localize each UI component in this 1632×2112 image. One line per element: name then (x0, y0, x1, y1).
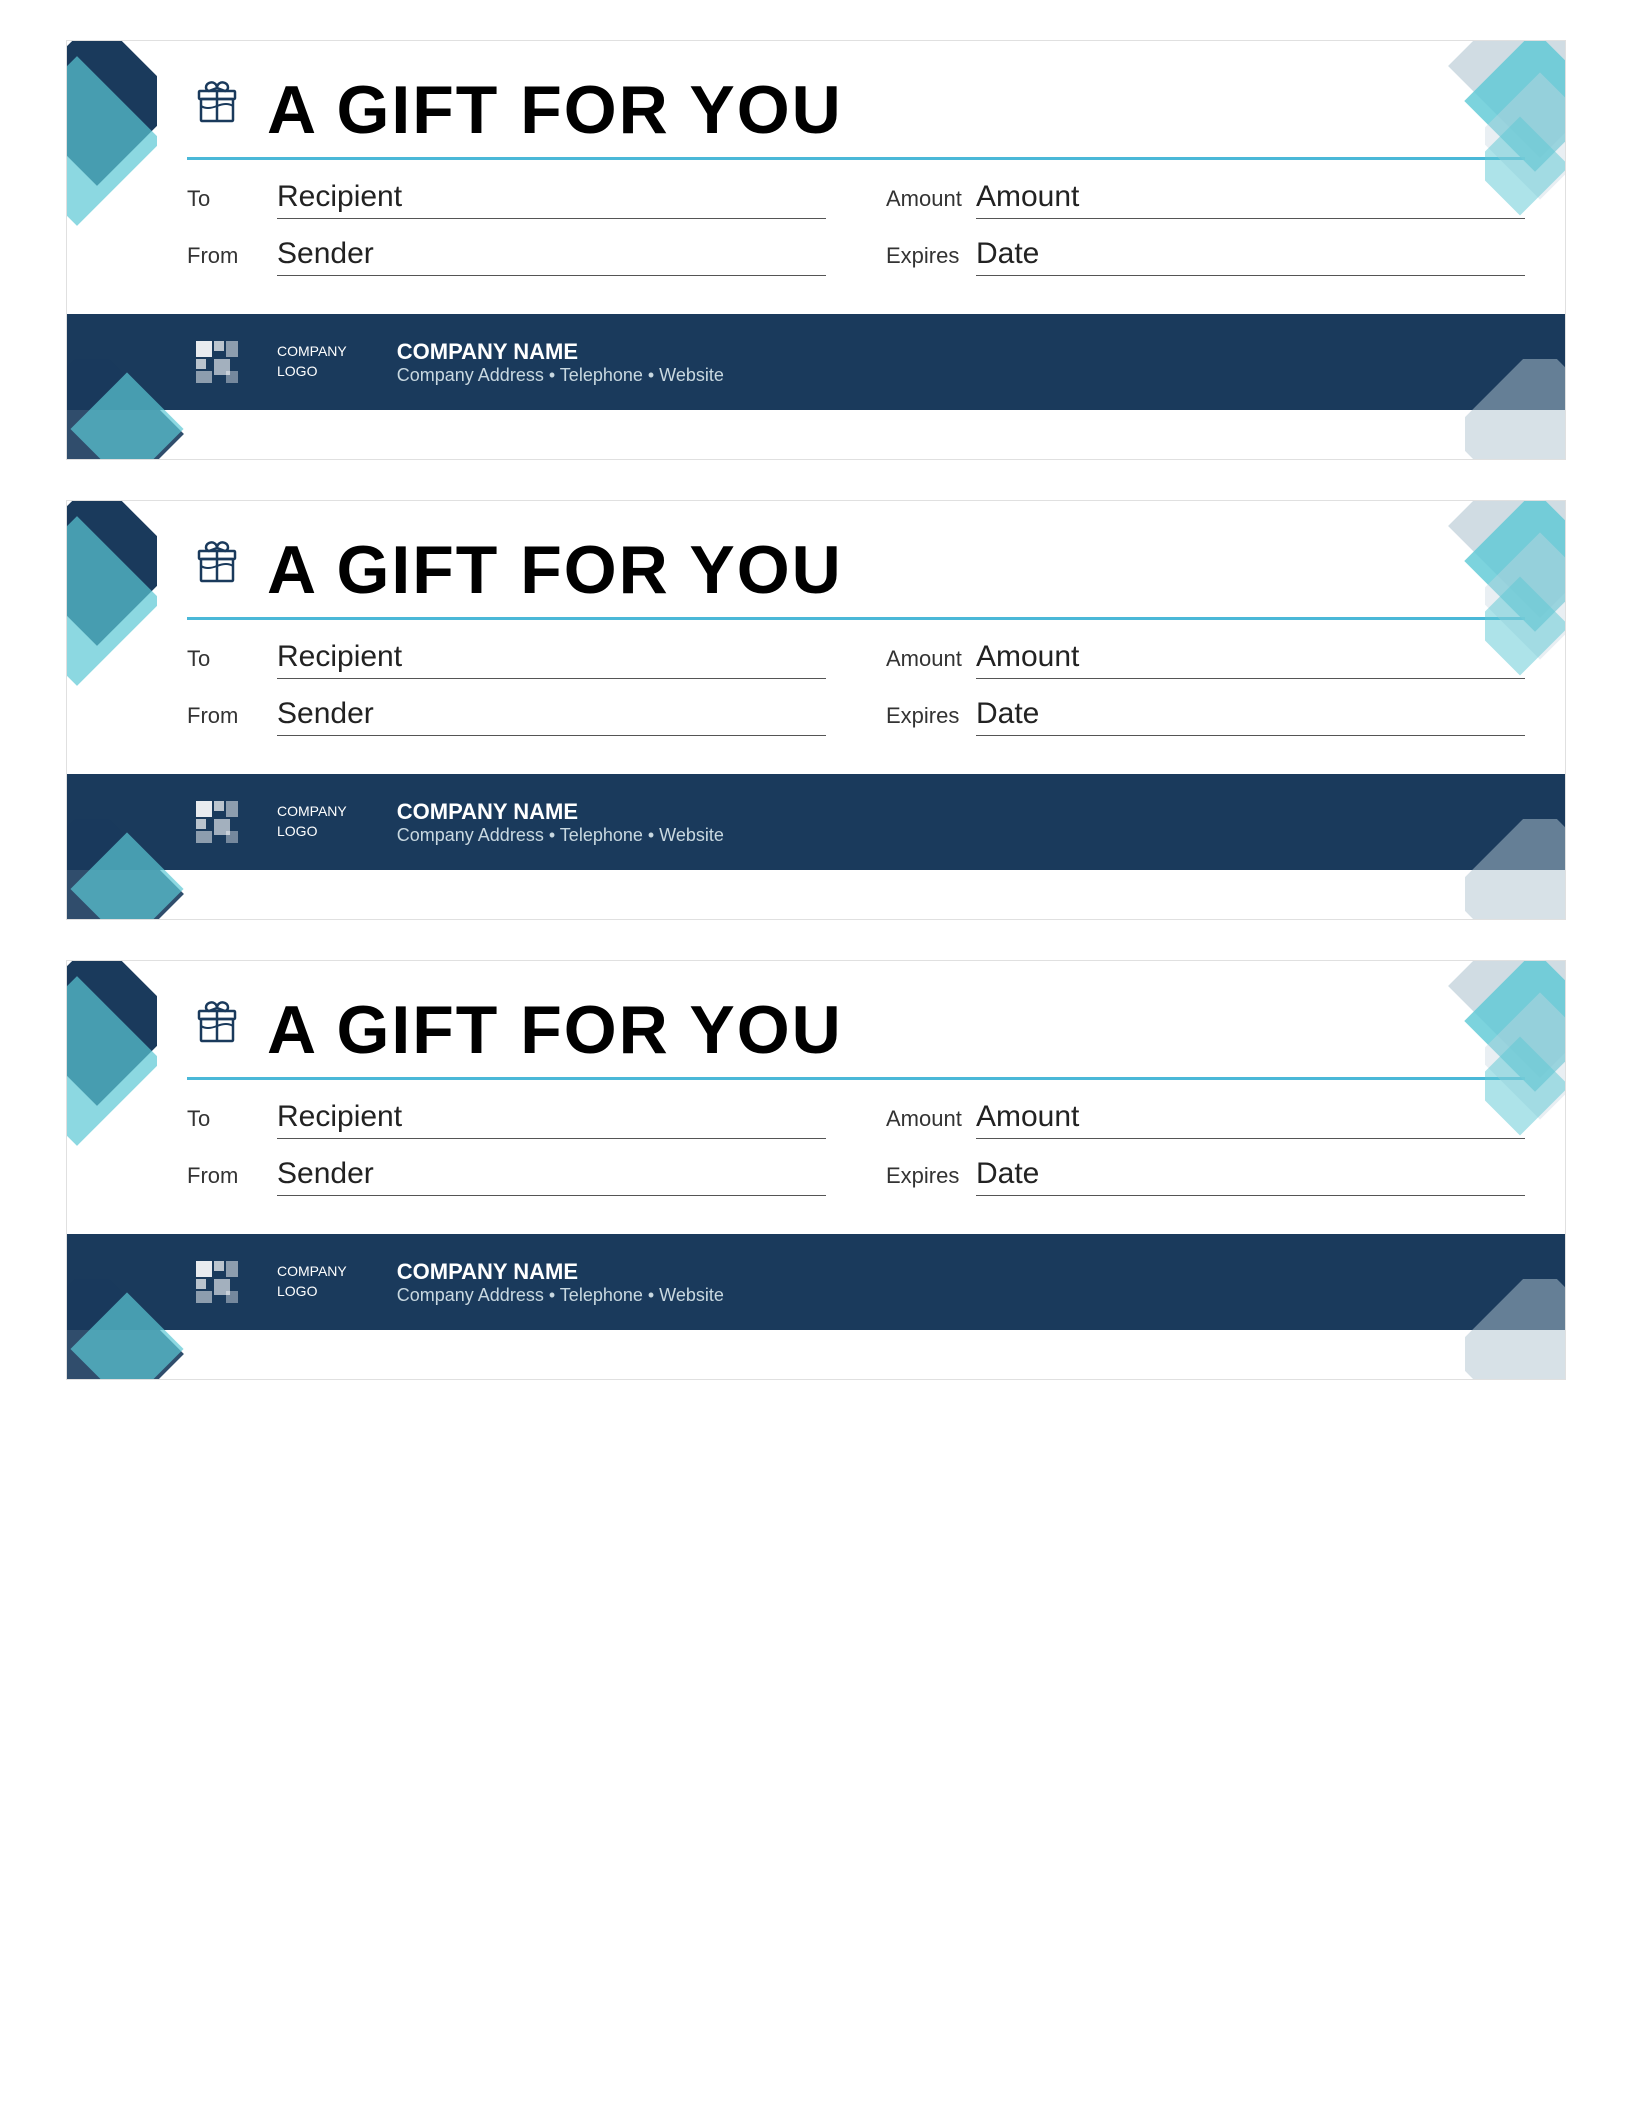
company-info: COMPANY NAME Company Address • Telephone… (397, 799, 724, 846)
card-title: A GIFT FOR YOU (267, 531, 843, 609)
footer-bar: COMPANYLOGO COMPANY NAME Company Address… (67, 1234, 1565, 1330)
fields-right: Amount Amount Expires Date (886, 180, 1525, 294)
fields-left: To Recipient From Sender (187, 640, 826, 754)
sender-value: Sender (277, 697, 826, 736)
fields-left: To Recipient From Sender (187, 180, 826, 294)
fields-right: Amount Amount Expires Date (886, 1100, 1525, 1214)
card-content: A GIFT FOR YOU To Recipient From Sender (67, 501, 1565, 754)
sender-value: Sender (277, 237, 826, 276)
company-logo-text: COMPANYLOGO (277, 342, 347, 381)
gift-icon (187, 534, 247, 607)
from-row: From Sender (187, 1157, 826, 1196)
company-logo-icon (187, 332, 247, 392)
corner-br-decor (1465, 1279, 1565, 1379)
company-name: COMPANY NAME (397, 1259, 724, 1285)
amount-value: Amount (976, 640, 1525, 679)
date-value: Date (976, 697, 1525, 736)
company-info: COMPANY NAME Company Address • Telephone… (397, 1259, 724, 1306)
company-logo-icon (187, 1252, 247, 1312)
amount-label: Amount (886, 646, 966, 672)
from-label: From (187, 243, 267, 269)
date-value: Date (976, 237, 1525, 276)
recipient-value: Recipient (277, 640, 826, 679)
amount-value: Amount (976, 180, 1525, 219)
expires-row: Expires Date (886, 697, 1525, 736)
fields-left: To Recipient From Sender (187, 1100, 826, 1214)
company-logo-text: COMPANYLOGO (277, 802, 347, 841)
company-name: COMPANY NAME (397, 339, 724, 365)
amount-value: Amount (976, 1100, 1525, 1139)
to-label: To (187, 646, 267, 672)
decor-right (1485, 531, 1565, 691)
corner-br-decor (1465, 819, 1565, 919)
company-logo-text: COMPANYLOGO (277, 1262, 347, 1301)
gift-card-2: A GIFT FOR YOU To Recipient From Sender (66, 500, 1566, 920)
to-row: To Recipient (187, 180, 826, 219)
decor-right (1485, 71, 1565, 231)
title-divider (187, 157, 1525, 160)
corner-bl-decor (67, 819, 187, 919)
company-address: Company Address • Telephone • Website (397, 365, 724, 386)
from-label: From (187, 1163, 267, 1189)
corner-tl-decor (67, 961, 157, 1161)
gift-card-1: A GIFT FOR YOU To Recipient From Sender (66, 40, 1566, 460)
company-name: COMPANY NAME (397, 799, 724, 825)
card-header: A GIFT FOR YOU (187, 71, 1525, 149)
gift-icon (187, 74, 247, 147)
footer-bar: COMPANYLOGO COMPANY NAME Company Address… (67, 774, 1565, 870)
from-row: From Sender (187, 237, 826, 276)
card-header: A GIFT FOR YOU (187, 531, 1525, 609)
title-divider (187, 1077, 1525, 1080)
corner-bl-decor (67, 1279, 187, 1379)
card-title: A GIFT FOR YOU (267, 991, 843, 1069)
gift-icon (187, 994, 247, 1067)
to-row: To Recipient (187, 1100, 826, 1139)
expires-label: Expires (886, 703, 966, 729)
to-label: To (187, 1106, 267, 1132)
title-divider (187, 617, 1525, 620)
amount-label: Amount (886, 1106, 966, 1132)
company-address: Company Address • Telephone • Website (397, 825, 724, 846)
footer-bar: COMPANYLOGO COMPANY NAME Company Address… (67, 314, 1565, 410)
amount-row: Amount Amount (886, 180, 1525, 219)
decor-right (1485, 991, 1565, 1151)
expires-row: Expires Date (886, 237, 1525, 276)
corner-br-decor (1465, 359, 1565, 459)
date-value: Date (976, 1157, 1525, 1196)
fields-right: Amount Amount Expires Date (886, 640, 1525, 754)
card-header: A GIFT FOR YOU (187, 991, 1525, 1069)
fields-section: To Recipient From Sender Amount Amount E… (187, 1100, 1525, 1214)
from-label: From (187, 703, 267, 729)
to-label: To (187, 186, 267, 212)
company-logo-icon (187, 792, 247, 852)
to-row: To Recipient (187, 640, 826, 679)
company-info: COMPANY NAME Company Address • Telephone… (397, 339, 724, 386)
amount-row: Amount Amount (886, 1100, 1525, 1139)
corner-tl-decor (67, 41, 157, 241)
gift-card-3: A GIFT FOR YOU To Recipient From Sender (66, 960, 1566, 1380)
sender-value: Sender (277, 1157, 826, 1196)
recipient-value: Recipient (277, 1100, 826, 1139)
amount-label: Amount (886, 186, 966, 212)
card-content: A GIFT FOR YOU To Recipient From Sender (67, 961, 1565, 1214)
company-address: Company Address • Telephone • Website (397, 1285, 724, 1306)
corner-bl-decor (67, 359, 187, 459)
card-content: A GIFT FOR YOU To Recipient From Sender (67, 41, 1565, 294)
amount-row: Amount Amount (886, 640, 1525, 679)
expires-row: Expires Date (886, 1157, 1525, 1196)
fields-section: To Recipient From Sender Amount Amount E… (187, 640, 1525, 754)
card-title: A GIFT FOR YOU (267, 71, 843, 149)
fields-section: To Recipient From Sender Amount Amount E… (187, 180, 1525, 294)
expires-label: Expires (886, 243, 966, 269)
from-row: From Sender (187, 697, 826, 736)
expires-label: Expires (886, 1163, 966, 1189)
corner-tl-decor (67, 501, 157, 701)
recipient-value: Recipient (277, 180, 826, 219)
